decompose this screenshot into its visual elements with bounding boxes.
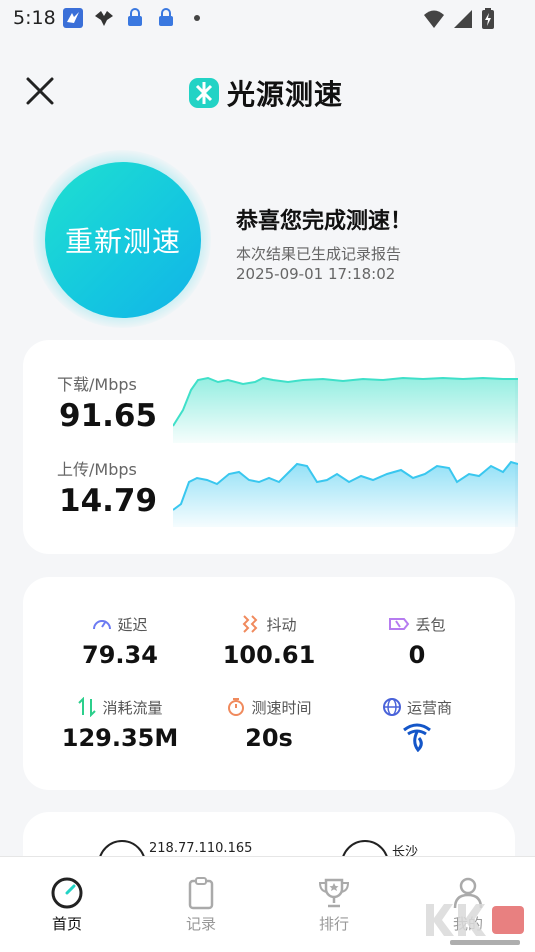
- speed-card: 下载/Mbps 91.65 上传/Mbps 14.79: [23, 340, 518, 554]
- jitter-value: 100.61: [222, 641, 316, 669]
- packet-loss-icon: [389, 618, 410, 630]
- trophy-icon: [318, 878, 350, 908]
- more-dot-icon: [194, 15, 200, 21]
- app-name: 光源测速: [227, 78, 344, 111]
- speedometer-icon: [93, 620, 112, 630]
- nav-records-label: 记录: [185, 915, 216, 933]
- retest-button[interactable]: 重新测速: [45, 162, 201, 318]
- download-chart: [173, 376, 518, 443]
- jitter-icon: [243, 615, 258, 633]
- nav-ranking-label: 排行: [318, 915, 349, 933]
- clipboard-icon: [188, 877, 214, 910]
- nav-records[interactable]: 记录: [134, 857, 268, 952]
- stat-traffic: 消耗流量 129.35M: [40, 696, 200, 752]
- traffic-value: 129.35M: [61, 724, 179, 752]
- duration-value: 20s: [245, 724, 293, 752]
- report-note: 本次结果已生成记录报告: [236, 245, 402, 263]
- stats-card: 延迟 79.34 抖动 100.61 丢包 0 消耗流量 129.35M 测速时…: [23, 577, 515, 790]
- upload-label: 上传/Mbps: [57, 460, 137, 479]
- status-time: 5:18: [13, 7, 56, 29]
- stat-latency: 延迟 79.34: [40, 613, 200, 670]
- upload-value: 14.79: [59, 483, 158, 519]
- download-label: 下载/Mbps: [57, 375, 137, 394]
- stopwatch-icon: [228, 698, 245, 716]
- wifi-icon: [424, 10, 444, 28]
- upload-chart: [173, 460, 518, 527]
- packet-loss-value: 0: [408, 641, 426, 669]
- duration-label: 测速时间: [251, 698, 312, 717]
- nav-ranking[interactable]: 排行: [267, 857, 401, 952]
- congrats-title: 恭喜您完成测速！: [236, 209, 413, 234]
- stat-packet-loss: 丢包 0: [337, 613, 497, 669]
- stat-jitter: 抖动 100.61: [189, 613, 349, 669]
- signal-icon: [454, 10, 472, 28]
- nav-home-label: 首页: [51, 915, 82, 933]
- status-bar: 5:18: [0, 0, 535, 38]
- speedometer-icon: [51, 877, 83, 909]
- bird-notification-icon: [95, 11, 113, 26]
- traffic-arrows-icon: [78, 697, 97, 717]
- lock-notification-icon: [128, 8, 142, 26]
- packet-loss-label: 丢包: [415, 615, 446, 634]
- latency-value: 79.34: [82, 641, 158, 669]
- app-brand: 光源测速: [187, 73, 343, 113]
- battery-icon: [482, 8, 494, 29]
- app-notification-icon: [63, 8, 83, 28]
- traffic-label: 消耗流量: [102, 698, 163, 717]
- stat-duration: 测速时间 20s: [189, 696, 349, 752]
- china-telecom-logo-icon: [403, 723, 431, 753]
- stat-carrier: 运营商: [337, 696, 497, 756]
- lock-notification-icon: [159, 8, 173, 26]
- close-icon[interactable]: [22, 73, 58, 109]
- latency-label: 延迟: [117, 615, 148, 634]
- jitter-label: 抖动: [266, 615, 297, 634]
- watermark-logo: [426, 904, 524, 945]
- download-value: 91.65: [59, 398, 158, 434]
- carrier-label: 运营商: [406, 698, 452, 717]
- app-logo-icon: [189, 78, 219, 108]
- nav-home[interactable]: 首页: [0, 857, 134, 952]
- report-time: 2025-09-01 17:18:02: [236, 265, 396, 283]
- ip-address: 218.77.110.165: [149, 841, 253, 856]
- globe-icon: [382, 698, 401, 716]
